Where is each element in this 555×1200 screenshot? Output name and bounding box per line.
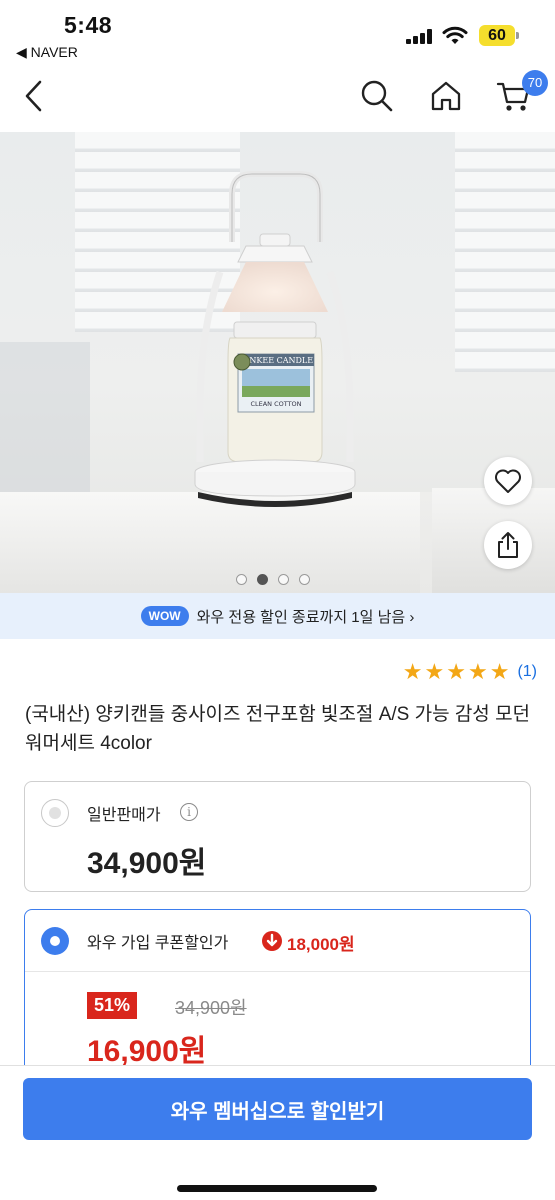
wow-banner-text: 와우 전용 할인 종료까지 1일 남음 › (196, 608, 415, 626)
candle-scent-text: CLEAN COTTON (250, 400, 301, 408)
wow-price-radio[interactable] (41, 927, 69, 955)
sale-price: 16,900원 (87, 1035, 207, 1068)
top-nav-bar (0, 64, 555, 132)
back-icon (25, 80, 42, 112)
product-image-gallery[interactable]: YANKEE CANDLE CLEAN COTTON (0, 132, 555, 593)
option-wow-coupon-price[interactable]: 와우 가입 쿠폰할인가 18,000원 51% 34,900원 16,900원 (24, 909, 531, 1089)
gallery-dot[interactable] (299, 574, 310, 585)
product-title: (국내산) 양키캔들 중사이즈 전구포함 빛조절 A/S 가능 감성 모던 워머… (25, 704, 531, 754)
status-time: 5:48 (64, 12, 113, 38)
review-count[interactable]: (1) (517, 663, 537, 681)
search-icon (361, 80, 393, 112)
home-icon (431, 81, 461, 111)
cellular-signal-icon (406, 29, 434, 44)
candle-warmer-lamp-image: YANKEE CANDLE CLEAN COTTON (194, 171, 356, 507)
option-normal-price[interactable]: 일반판매가 i 34,900원 (24, 781, 531, 892)
back-button[interactable] (10, 72, 58, 120)
normal-price-radio[interactable] (41, 799, 69, 827)
normal-price-label: 일반판매가 (87, 807, 161, 824)
discount-rate-badge: 51% (87, 992, 138, 1019)
original-price: 34,900원 (175, 998, 247, 1018)
gallery-dot-active[interactable] (257, 574, 268, 585)
status-bar: 5:48 ◀ NAVER 60 (0, 0, 555, 64)
star-icon: ★ (467, 659, 488, 684)
window-shutter-right (455, 132, 555, 372)
wishlist-button[interactable] (484, 457, 532, 505)
wow-price-label: 와우 가입 쿠폰할인가 (87, 935, 229, 952)
star-icon: ★ (489, 659, 510, 684)
wow-badge: WOW (140, 606, 189, 626)
search-button[interactable] (353, 72, 401, 120)
home-button[interactable] (422, 72, 470, 120)
share-icon (498, 532, 518, 558)
bottom-action-bar: 와우 멤버십으로 할인받기 (0, 1065, 555, 1200)
normal-price-value: 34,900원 (87, 847, 207, 880)
gallery-page-dots[interactable] (236, 574, 310, 585)
coupon-discount-amount: 18,000원 (287, 935, 355, 954)
home-indicator[interactable] (177, 1185, 377, 1192)
wow-discount-banner[interactable]: WOW 와우 전용 할인 종료까지 1일 남음 › (0, 593, 555, 639)
star-icon: ★ (402, 659, 423, 684)
arrow-down-icon (262, 931, 282, 951)
wifi-icon (442, 26, 468, 44)
gallery-dot[interactable] (236, 574, 247, 585)
cart-count-badge: 70 (522, 70, 548, 96)
star-icon: ★ (446, 659, 466, 684)
product-rating[interactable]: ★ ★ ★ ★ ★ (1) (403, 660, 537, 684)
wow-membership-discount-button[interactable]: 와우 멤버십으로 할인받기 (23, 1078, 532, 1140)
back-to-app-link[interactable]: ◀ NAVER (16, 44, 78, 61)
star-icon: ★ (424, 659, 445, 684)
share-button[interactable] (484, 521, 532, 569)
battery-indicator: 60 (479, 25, 519, 46)
heart-icon (495, 469, 521, 493)
info-icon[interactable]: i (180, 803, 198, 821)
card-divider (25, 971, 530, 972)
gallery-dot[interactable] (278, 574, 289, 585)
